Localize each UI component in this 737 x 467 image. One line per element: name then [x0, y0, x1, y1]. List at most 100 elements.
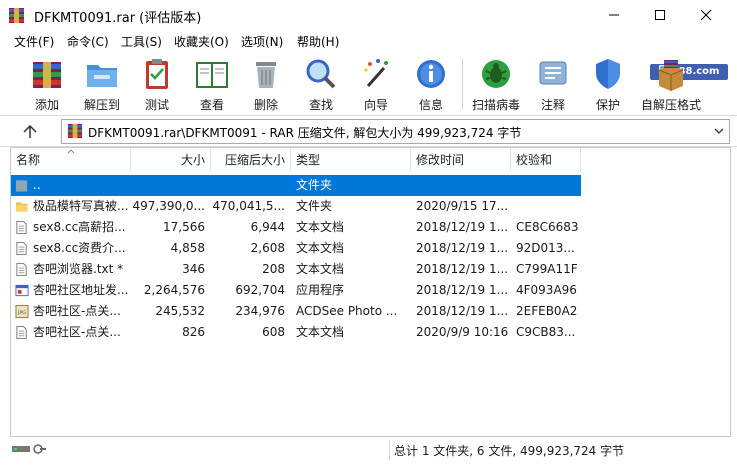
toolbar: 添加 解压到 测试 查看 删除 查找 向导 信息 扫描病毒 注释 保护 自解压格… [0, 51, 737, 116]
file-list: 名称 大小 压缩后大小 类型 修改时间 校验和 .. 文件夹 极品模特写真被... 4… [10, 147, 731, 437]
add-button[interactable]: 添加 [25, 55, 69, 113]
file-size-cell: 245,532 [155, 304, 205, 318]
file-type-cell: 文本文档 [296, 262, 345, 276]
test-button[interactable]: 测试 [135, 55, 179, 113]
extract-to-label: 解压到 [83, 98, 120, 112]
winrar-app-icon [9, 8, 24, 23]
minimize-button[interactable] [591, 0, 637, 30]
extract-to-button[interactable]: 解压到 [80, 55, 124, 113]
maximize-icon [655, 10, 665, 20]
close-button[interactable] [683, 0, 729, 30]
file-modified-cell: 2018/12/19 1... [416, 262, 509, 276]
svg-text:JPG: JPG [17, 310, 26, 316]
file-list-header: 名称 大小 压缩后大小 类型 修改时间 校验和 [11, 148, 730, 172]
test-clipboard-icon [146, 58, 168, 89]
up-level-button[interactable] [18, 122, 42, 142]
text-file-icon [16, 220, 27, 235]
virus-scan-button[interactable]: 扫描病毒 [470, 55, 522, 113]
chevron-down-icon[interactable] [713, 125, 725, 137]
address-field[interactable]: DFKMT0091.rar\DFKMT0091 - RAR 压缩文件, 解包大小… [61, 119, 730, 144]
drive-lock-icon[interactable] [12, 443, 46, 455]
file-size-cell: 826 [182, 325, 205, 339]
file-size-cell [131, 175, 211, 196]
file-modified-cell: 2018/12/19 1... [416, 304, 509, 318]
file-name-cell: 杏吧社区地址发... [33, 283, 129, 297]
file-row[interactable]: 极品模特写真被... 497,390,0... 470,041,5... 文件夹 202… [11, 196, 581, 217]
column-type[interactable]: 类型 [291, 148, 411, 172]
file-row[interactable]: sex8.cc高薪招... 17,566 6,944 文本文档 2018/12/19 1… [11, 217, 581, 238]
find-button[interactable]: 查找 [299, 55, 343, 113]
protect-label: 保护 [595, 98, 620, 112]
archive-icon [67, 123, 83, 139]
file-name-cell: .. [33, 178, 41, 192]
toolbar-separator [462, 59, 463, 109]
file-crc-cell [516, 175, 581, 196]
file-modified-cell: 2018/12/19 1... [416, 241, 509, 255]
sfx-button[interactable]: 自解压格式 [640, 55, 702, 113]
file-crc-cell: 4F093A96 [516, 283, 577, 297]
file-packed-cell: 2,608 [250, 241, 285, 255]
wizard-button[interactable]: 向导 [354, 55, 398, 113]
folder-icon [15, 202, 28, 212]
file-modified-cell: 2020/9/15 17... [416, 199, 509, 213]
file-packed-cell: 470,041,5... [212, 199, 285, 213]
file-crc-cell: C799A11F [516, 262, 578, 276]
file-row[interactable]: 杏吧社区-点关... 826 608 文本文档 2020/9/9 10:16 C9CB83… [11, 322, 581, 343]
sort-asc-icon [67, 149, 75, 154]
menu-file[interactable]: 文件(F) [14, 33, 54, 50]
column-modified[interactable]: 修改时间 [411, 148, 511, 172]
file-row[interactable]: .. 文件夹 [11, 175, 581, 196]
file-packed-cell: 208 [262, 262, 285, 276]
file-row[interactable]: JPG 杏吧社区-点关... 245,532 234,976 ACDSee Photo … [11, 301, 581, 322]
file-size-cell: 17,566 [163, 220, 205, 234]
sfx-label: 自解压格式 [640, 98, 701, 112]
virus-scan-label: 扫描病毒 [471, 98, 520, 112]
view-label: 查看 [199, 98, 224, 112]
file-size-cell: 2,264,576 [143, 283, 205, 297]
file-crc-cell: CE8C6683 [516, 220, 579, 234]
file-packed-cell: 234,976 [235, 304, 285, 318]
column-size[interactable]: 大小 [131, 148, 211, 172]
delete-button[interactable]: 删除 [244, 55, 288, 113]
file-name-cell: 极品模特写真被... [33, 199, 129, 213]
status-summary: 总计 1 文件夹, 6 文件, 499,923,724 字节 [394, 444, 625, 458]
trash-icon [256, 61, 276, 88]
file-packed-cell: 6,944 [250, 220, 285, 234]
file-row[interactable]: 杏吧浏览器.txt * 346 208 文本文档 2018/12/19 1... C799… [11, 259, 581, 280]
file-packed-cell: 608 [262, 325, 285, 339]
file-name-cell: sex8.cc高薪招... [33, 220, 126, 234]
file-crc-cell [516, 196, 581, 217]
exe-file-icon [15, 284, 29, 297]
comment-button[interactable]: 注释 [531, 55, 575, 113]
shield-icon [596, 58, 620, 89]
file-row[interactable]: sex8.cc资费介... 4,858 2,608 文本文档 2018/12/19 1.… [11, 238, 581, 259]
file-crc-cell: C9CB83... [516, 325, 576, 339]
winrar-window: DFKMT0091.rar (评估版本) 文件(F) 命令(C) 工具(S) 收… [0, 0, 737, 467]
comment-icon [539, 61, 567, 84]
window-title: DFKMT0091.rar (评估版本) [34, 11, 202, 26]
menu-help[interactable]: 帮助(H) [297, 33, 339, 50]
view-book-icon [196, 61, 228, 88]
magnifier-icon [306, 59, 336, 88]
file-name-cell: sex8.cc资费介... [33, 241, 126, 255]
virus-scan-icon [482, 59, 510, 88]
column-packed[interactable]: 压缩后大小 [211, 148, 291, 172]
column-crc[interactable]: 校验和 [511, 148, 581, 172]
file-row[interactable]: 杏吧社区地址发... 2,264,576 692,704 应用程序 2018/12/19… [11, 280, 581, 301]
menu-options[interactable]: 选项(N) [241, 33, 283, 50]
file-name-cell: 杏吧浏览器.txt * [33, 262, 124, 276]
title-bar[interactable]: DFKMT0091.rar (评估版本) [0, 0, 737, 30]
info-icon [417, 59, 445, 88]
view-button[interactable]: 查看 [190, 55, 234, 113]
info-button[interactable]: 信息 [409, 55, 453, 113]
menu-favorites[interactable]: 收藏夹(O) [174, 33, 229, 50]
file-type-cell: 文本文档 [296, 241, 345, 255]
file-type-cell: ACDSee Photo ... [296, 304, 398, 318]
menu-commands[interactable]: 命令(C) [67, 33, 109, 50]
menu-tools[interactable]: 工具(S) [121, 33, 162, 50]
arrow-up-icon [23, 124, 37, 138]
protect-button[interactable]: 保护 [586, 55, 630, 113]
maximize-button[interactable] [637, 0, 683, 30]
file-modified-cell: 2018/12/19 1... [416, 283, 509, 297]
wizard-wand-icon [364, 58, 388, 87]
